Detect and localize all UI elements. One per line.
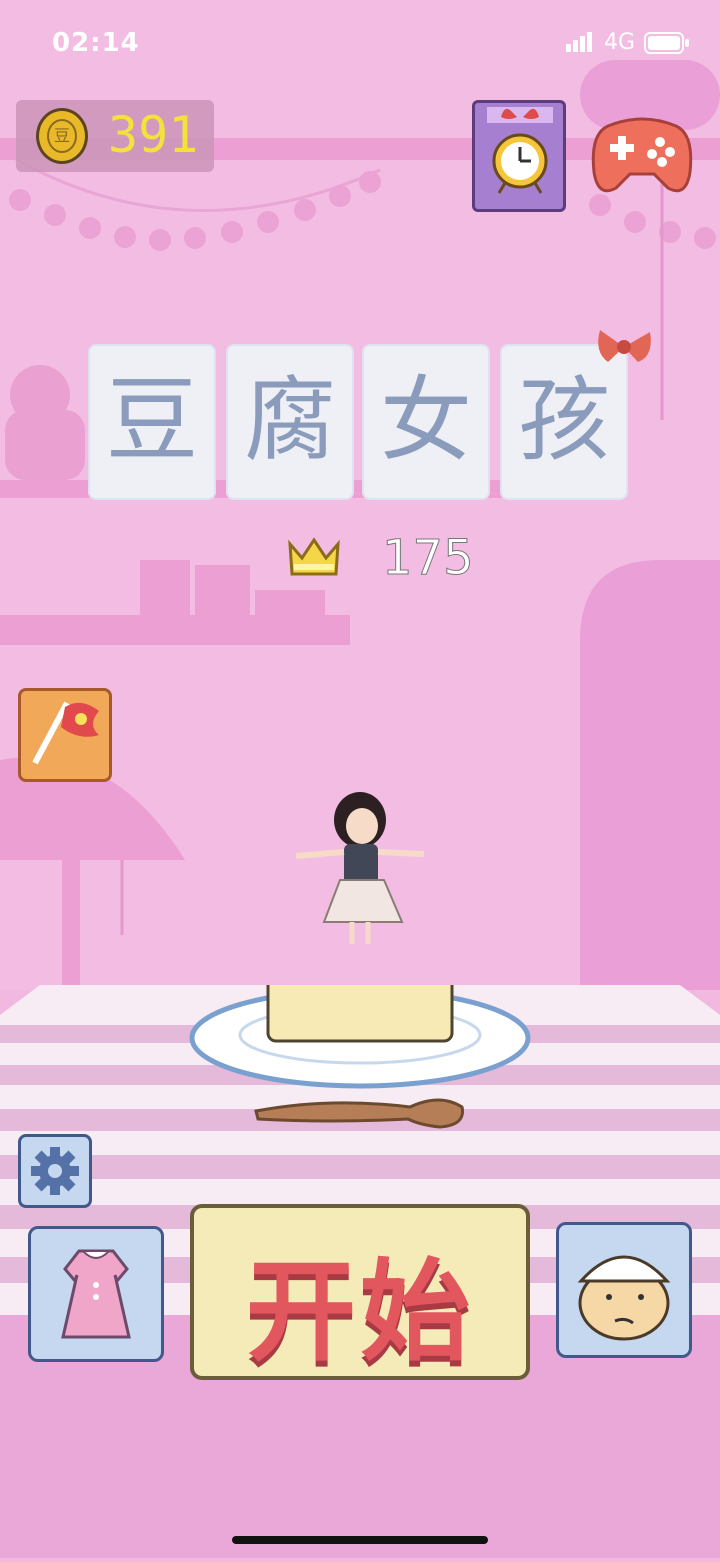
title-tile: 女: [362, 344, 490, 500]
coin-symbol: 豆: [47, 119, 77, 153]
home-indicator: [232, 1536, 488, 1544]
dress-icon: [61, 1249, 131, 1339]
crown-icon: [286, 536, 342, 584]
network-type: 4G: [604, 30, 636, 55]
best-score: 175: [286, 530, 476, 590]
coin-icon: 豆: [36, 108, 88, 164]
status-bar: 02:14 4G: [0, 0, 720, 86]
alarm-clock-icon: [487, 107, 553, 207]
coin-count: 391: [108, 106, 199, 164]
chef-face-icon: [577, 1255, 671, 1341]
bow-icon: [594, 322, 654, 376]
coin-counter: 豆 391: [16, 100, 214, 172]
status-time: 02:14: [52, 28, 140, 58]
gear-icon: [31, 1147, 79, 1195]
best-score-value: 175: [382, 530, 475, 587]
title-tile: 豆: [88, 344, 216, 500]
tofu-girl-character: [294, 792, 426, 956]
signal-icon: [566, 32, 592, 56]
chef-button[interactable]: [556, 1222, 692, 1358]
gamepad-button[interactable]: [590, 112, 694, 198]
game-title: 豆 腐 女 孩: [88, 330, 651, 500]
start-button[interactable]: 开始: [190, 1204, 530, 1380]
battery-icon: [644, 32, 690, 58]
gamepad-icon: [591, 117, 693, 193]
flag-icon: [32, 701, 99, 765]
alarm-clock-button[interactable]: [472, 100, 566, 212]
title-tile: 腐: [226, 344, 354, 500]
start-label: 开始: [246, 1248, 474, 1376]
flag-button[interactable]: [18, 688, 112, 782]
wardrobe-button[interactable]: [28, 1226, 164, 1362]
settings-button[interactable]: [18, 1134, 92, 1208]
